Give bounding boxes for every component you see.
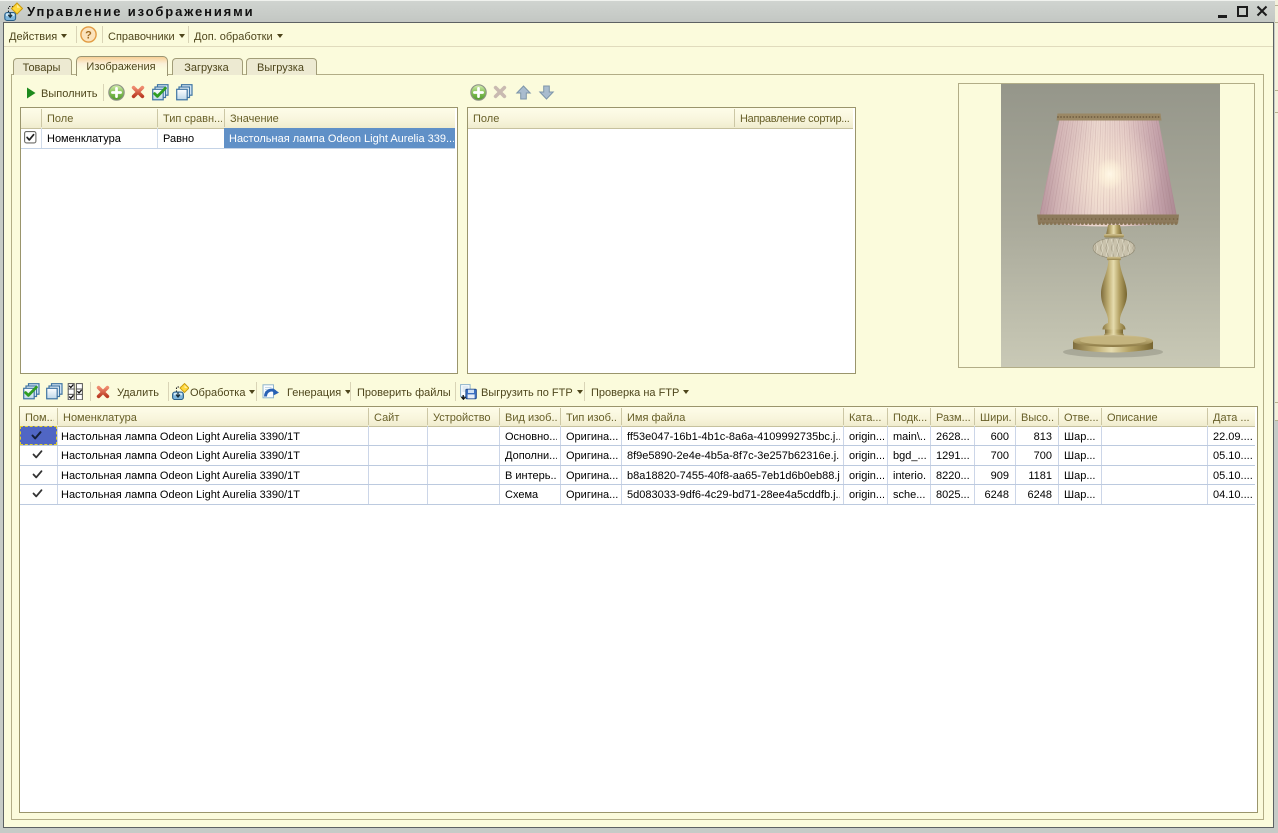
- svg-text:?: ?: [85, 29, 92, 41]
